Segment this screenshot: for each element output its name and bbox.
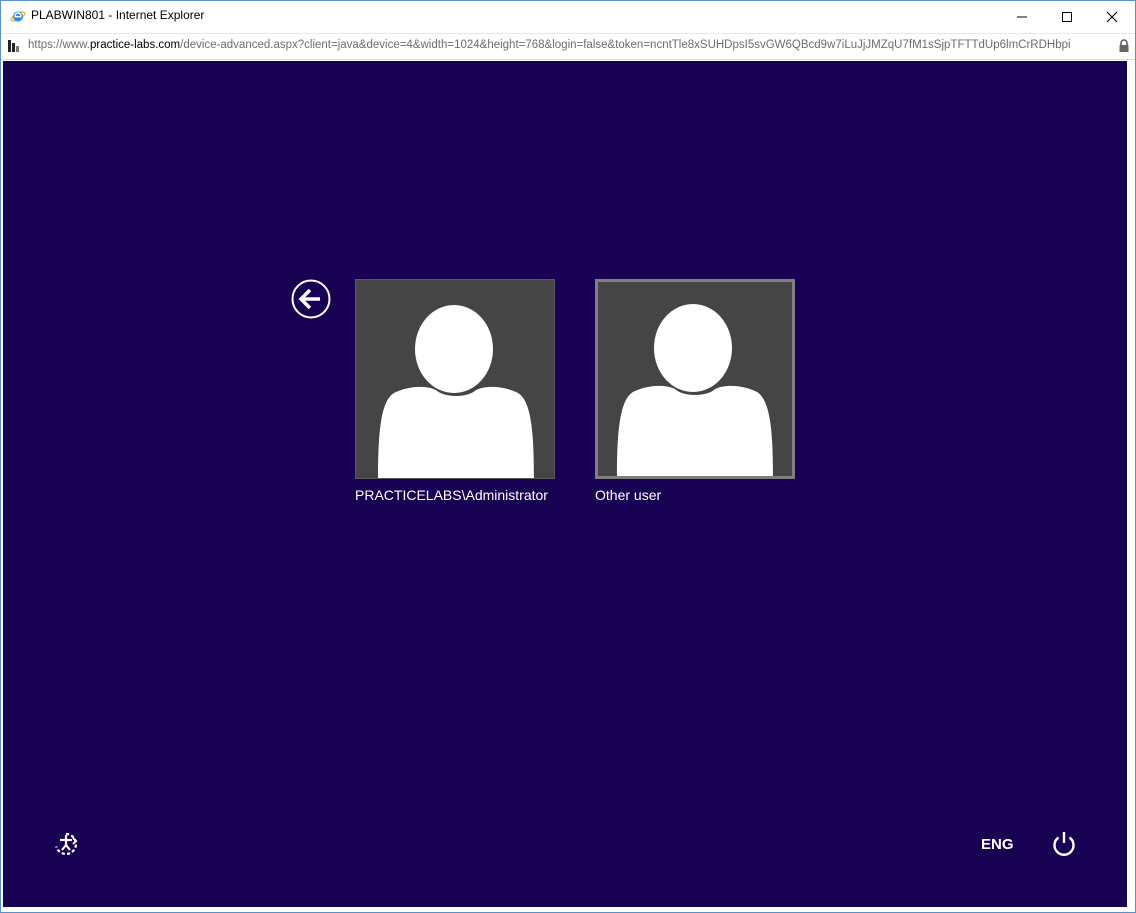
url-path: /device-advanced.aspx?client=java&device…: [180, 39, 1071, 51]
power-button[interactable]: [1049, 829, 1079, 859]
ease-of-access-button[interactable]: [51, 829, 81, 859]
back-arrow-icon: [291, 279, 331, 319]
url-prefix: https://www.: [28, 39, 90, 51]
user-avatar: [355, 279, 555, 479]
user-avatar-icon: [378, 305, 534, 478]
title-bar: PLABWIN801 - Internet Explorer: [1, 1, 1135, 32]
url-domain: practice-labs.com: [90, 39, 181, 51]
window-title: PLABWIN801 - Internet Explorer: [31, 8, 205, 22]
address-bar[interactable]: https://www.practice-labs.com/device-adv…: [1, 33, 1135, 60]
ease-of-access-icon: [55, 832, 78, 856]
back-button[interactable]: [291, 279, 331, 319]
internet-explorer-icon: [10, 8, 26, 24]
user-avatar-icon: [617, 304, 773, 476]
site-favicon-icon: [7, 39, 21, 53]
user-tile-other[interactable]: Other user: [595, 279, 795, 503]
close-button[interactable]: [1089, 1, 1135, 32]
maximize-button[interactable]: [1044, 1, 1090, 32]
browser-window: PLABWIN801 - Internet Explorer https://w…: [0, 0, 1136, 913]
remote-signin-screen[interactable]: PRACTICELABS\Administrator Other user EN…: [3, 61, 1127, 907]
url-field[interactable]: https://www.practice-labs.com/device-adv…: [28, 39, 1113, 51]
user-avatar: [595, 279, 795, 479]
power-icon: [1053, 832, 1075, 856]
maximize-icon: [1062, 11, 1072, 22]
input-language-button[interactable]: ENG: [981, 836, 1014, 853]
user-name-label: Other user: [595, 487, 662, 503]
minimize-button[interactable]: [999, 1, 1045, 32]
lock-icon[interactable]: [1118, 39, 1130, 53]
minimize-icon: [1017, 16, 1027, 17]
user-name-label: PRACTICELABS\Administrator: [355, 487, 548, 503]
close-icon: [1106, 11, 1118, 22]
user-tile-administrator[interactable]: PRACTICELABS\Administrator: [355, 279, 555, 503]
